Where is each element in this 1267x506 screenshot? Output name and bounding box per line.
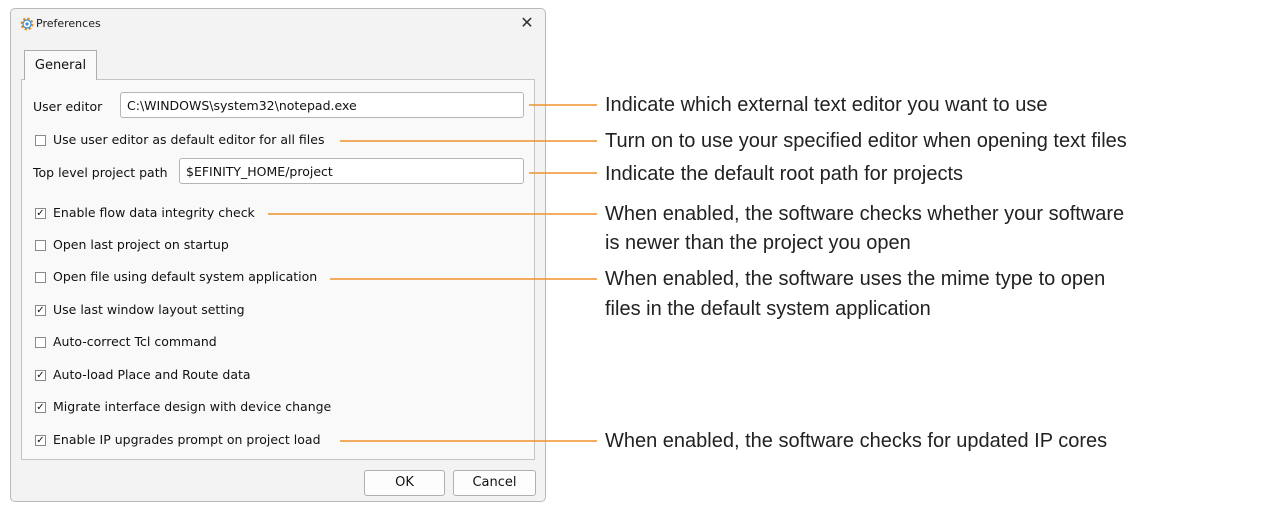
annotation-integrity-line1: When enabled, the software checks whethe… [605,203,1125,225]
annotation-user-editor: Indicate which external text editor you … [605,94,1048,116]
annotation-default-editor: Turn on to use your specified editor whe… [605,130,1127,152]
annotation-mime-line2: files in the default system application [605,298,931,320]
annotation-integrity-line2: is newer than the project you open [605,232,911,254]
annotation-ip-upgrades: When enabled, the software checks for up… [605,430,1108,452]
tab-general[interactable]: General [24,50,97,80]
annotation-project-path: Indicate the default root path for proje… [605,163,963,185]
annotation-mime-line1: When enabled, the software uses the mime… [605,268,1106,290]
